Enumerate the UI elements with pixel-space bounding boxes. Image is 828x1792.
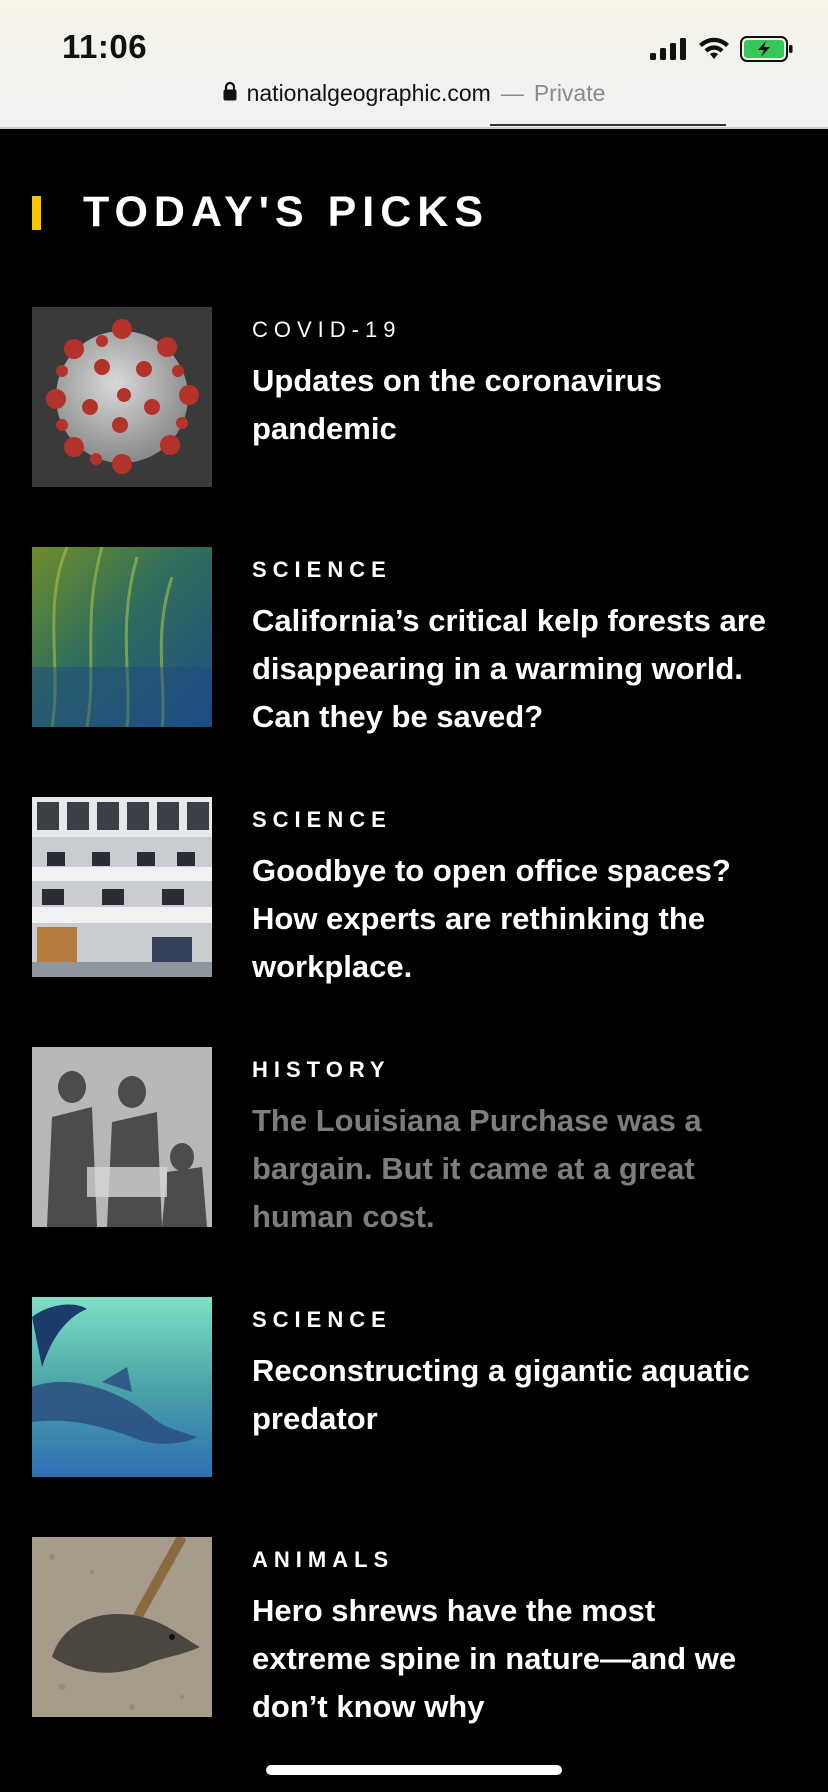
section-title: TODAY'S PICKS — [83, 188, 490, 236]
article-item[interactable]: HISTORY The Louisiana Purchase was a bar… — [32, 1047, 802, 1241]
article-item[interactable]: COVID-19 Updates on the coronavirus pand… — [32, 307, 802, 487]
article-text: HISTORY The Louisiana Purchase was a bar… — [252, 1047, 772, 1241]
browser-top-bar: 11:06 nationalgeographic.com — Private — [0, 0, 828, 129]
article-thumbnail-engraving[interactable] — [32, 1047, 212, 1227]
article-headline[interactable]: Goodbye to open office spaces? How exper… — [252, 847, 772, 991]
url-domain: nationalgeographic.com — [246, 80, 491, 106]
article-category[interactable]: ANIMALS — [252, 1547, 772, 1573]
article-item[interactable]: SCIENCE California’s critical kelp fores… — [32, 547, 802, 741]
heading-accent-bar — [32, 195, 41, 230]
article-thumbnail-coronavirus[interactable] — [32, 307, 212, 487]
lock-icon — [223, 80, 237, 107]
article-headline[interactable]: California’s critical kelp forests are d… — [252, 597, 772, 741]
article-text: SCIENCE Reconstructing a gigantic aquati… — [252, 1297, 772, 1477]
article-category[interactable]: SCIENCE — [252, 807, 772, 833]
url-separator: — — [500, 80, 524, 106]
article-headline[interactable]: The Louisiana Purchase was a bargain. Bu… — [252, 1097, 772, 1241]
article-category[interactable]: HISTORY — [252, 1057, 772, 1083]
article-category[interactable]: SCIENCE — [252, 557, 772, 583]
private-mode-label: Private — [533, 80, 606, 106]
article-thumbnail-kelp[interactable] — [32, 547, 212, 727]
article-item[interactable]: SCIENCE Reconstructing a gigantic aquati… — [32, 1297, 802, 1477]
page-load-progress — [490, 124, 726, 126]
home-indicator[interactable] — [266, 1765, 562, 1775]
article-thumbnail-office[interactable] — [32, 797, 212, 977]
article-category[interactable]: COVID-19 — [252, 317, 772, 343]
status-time: 11:06 — [62, 28, 148, 65]
battery-charging-icon — [740, 36, 794, 67]
article-text: COVID-19 Updates on the coronavirus pand… — [252, 307, 772, 487]
article-thumbnail-shrew[interactable] — [32, 1537, 212, 1717]
article-category[interactable]: SCIENCE — [252, 1307, 772, 1333]
article-text: SCIENCE Goodbye to open office spaces? H… — [252, 797, 772, 991]
url-bar[interactable]: nationalgeographic.com — Private — [0, 80, 828, 107]
article-text: ANIMALS Hero shrews have the most extrem… — [252, 1537, 772, 1731]
status-icons — [650, 36, 794, 67]
article-headline[interactable]: Reconstructing a gigantic aquatic predat… — [252, 1347, 772, 1443]
article-item[interactable]: SCIENCE Goodbye to open office spaces? H… — [32, 797, 802, 991]
section-heading: TODAY'S PICKS — [32, 188, 489, 237]
wifi-icon — [698, 37, 730, 66]
article-text: SCIENCE California’s critical kelp fores… — [252, 547, 772, 741]
article-item[interactable]: ANIMALS Hero shrews have the most extrem… — [32, 1537, 802, 1731]
article-headline[interactable]: Hero shrews have the most extreme spine … — [252, 1587, 772, 1731]
article-thumbnail-predator[interactable] — [32, 1297, 212, 1477]
article-headline[interactable]: Updates on the coronavirus pandemic — [252, 357, 772, 453]
cellular-signal-icon — [650, 38, 688, 65]
